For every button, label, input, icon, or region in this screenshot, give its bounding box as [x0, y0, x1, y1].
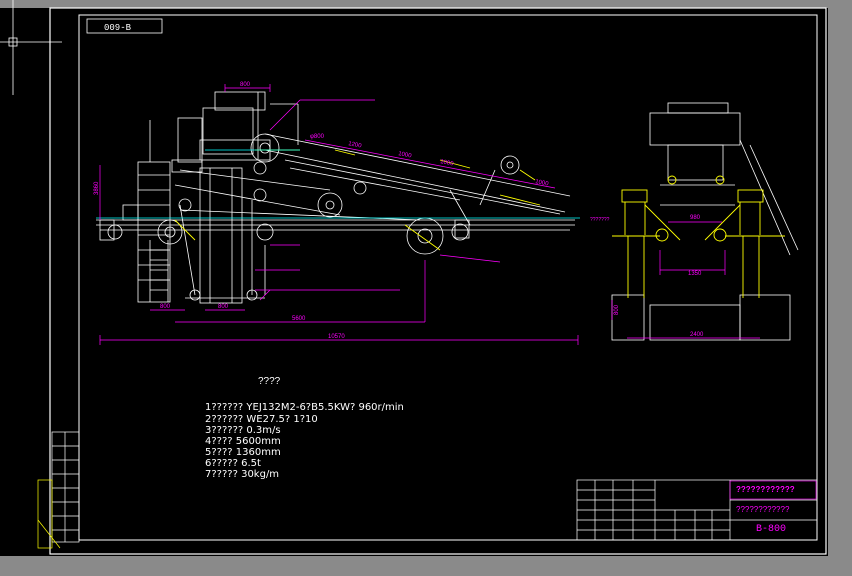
- dim-top-width: 800: [240, 82, 251, 88]
- side-dim-base: 2400: [690, 332, 704, 338]
- dim-pulley-dia: φ800: [310, 134, 325, 140]
- side-dim-left: 800: [614, 304, 620, 315]
- side-callout: ???????: [590, 217, 610, 223]
- dim-total-length: 10570: [328, 334, 345, 340]
- side-dim-1: 980: [690, 215, 701, 221]
- note-3: 3?????? 0.3m/s: [205, 425, 281, 436]
- side-dim-2: 1350: [688, 271, 702, 277]
- drawing-number-top: 009-B: [104, 23, 132, 33]
- dim-rail-length: 5600: [292, 316, 306, 322]
- note-6: 6????? 6.5t: [205, 458, 261, 469]
- note-2: 2?????? WE27.5? 1?10: [205, 414, 318, 425]
- dim-height: 3860: [94, 181, 100, 195]
- drawing-title: ????????????: [736, 505, 790, 514]
- dim-left-base: 800: [160, 304, 171, 310]
- notes-title: ????: [258, 376, 281, 387]
- note-7: 7????? 30kg/m: [205, 469, 280, 480]
- note-1: 1?????? YEJ132M2-6?B5.5KW? 960r/min: [205, 402, 404, 413]
- dim-mid-base: 800: [218, 304, 229, 310]
- cad-canvas[interactable]: 009-B 800 φ800 1200 1000 1000 1000 3860 …: [0, 0, 852, 576]
- drawing-number-bottom: B-800: [756, 524, 787, 535]
- note-5: 5???? 1360mm: [205, 447, 281, 458]
- note-4: 4???? 5600mm: [205, 436, 281, 447]
- company-name: ????????????: [736, 485, 795, 494]
- drawing-sheet: 009-B 800 φ800 1200 1000 1000 1000 3860 …: [0, 0, 852, 576]
